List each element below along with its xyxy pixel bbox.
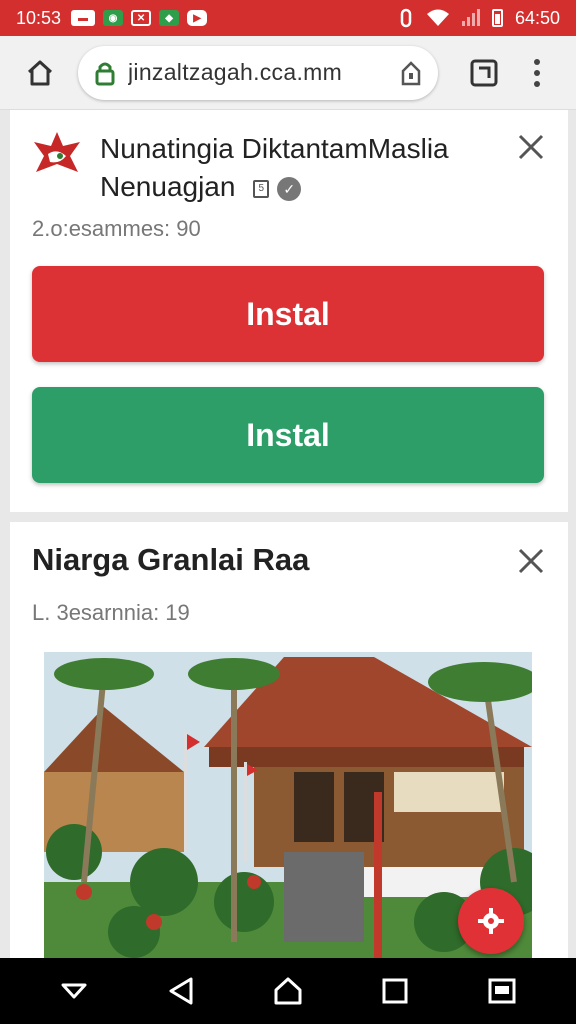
tabs-icon xyxy=(470,59,498,86)
keyboard-icon xyxy=(488,978,516,1004)
lock-icon xyxy=(95,62,115,85)
home-icon xyxy=(27,60,53,85)
battery-icon xyxy=(491,9,503,27)
wifi-icon xyxy=(426,9,449,26)
nav-back-button[interactable] xyxy=(159,969,203,1013)
x-app-icon: ✕ xyxy=(131,10,152,26)
verified-icon: ✓ xyxy=(277,176,302,201)
save-page-icon[interactable] xyxy=(400,60,422,86)
nav-home-button[interactable] xyxy=(266,969,310,1013)
status-clock-right: 64:50 xyxy=(514,7,560,28)
home-button[interactable] xyxy=(14,47,66,99)
alarm-icon xyxy=(400,8,412,28)
home-icon xyxy=(274,977,302,1005)
gear-icon xyxy=(478,908,504,934)
app-meta: 2.o:esammes: 90 xyxy=(32,216,201,241)
url-bar[interactable]: jinzaltzagah.cca.mm xyxy=(78,45,438,100)
age-rating-icon: 5 xyxy=(253,179,270,198)
url-text: jinzaltzagah.cca.mm xyxy=(128,59,343,85)
nav-hide-button[interactable] xyxy=(52,969,96,1013)
status-time: 10:53 xyxy=(16,7,62,28)
signal-icon xyxy=(461,9,480,26)
page-content: Nunatingia DiktantamMaslia Nenuagjan 5 ✓… xyxy=(0,110,576,958)
article-title: Niarga Granlai Raa xyxy=(32,542,310,577)
youtube-icon: ▶ xyxy=(187,10,208,26)
install-button-green[interactable]: Instal xyxy=(32,387,544,483)
green-app-icon: ◉ xyxy=(103,10,124,26)
close-icon[interactable] xyxy=(516,546,546,576)
chevron-down-icon xyxy=(61,983,87,999)
install-button-red[interactable]: Instal xyxy=(32,266,544,362)
overflow-menu-button[interactable] xyxy=(522,53,552,93)
news-icon: ▬ xyxy=(71,10,96,26)
close-icon[interactable] xyxy=(516,132,546,162)
back-icon xyxy=(169,977,193,1005)
tab-switcher-button[interactable] xyxy=(464,53,504,93)
browser-toolbar: jinzaltzagah.cca.mm xyxy=(0,36,576,110)
recents-icon xyxy=(382,978,408,1004)
status-right: 64:50 xyxy=(398,8,560,29)
nav-keyboard-button[interactable] xyxy=(480,969,524,1013)
floating-action-button[interactable] xyxy=(458,888,524,954)
app-install-card: Nunatingia DiktantamMaslia Nenuagjan 5 ✓… xyxy=(10,110,568,512)
app-title: Nunatingia DiktantamMaslia Nenuagjan 5 ✓ xyxy=(100,130,490,206)
status-bar: 10:53 ▬ ◉ ✕ ◆ ▶ 64:50 xyxy=(0,0,576,36)
notification-icons: ▬ ◉ ✕ ◆ ▶ xyxy=(71,10,208,26)
android-icon: ◆ xyxy=(159,10,180,26)
app-logo-icon xyxy=(30,128,84,182)
nav-recents-button[interactable] xyxy=(373,969,417,1013)
article-meta: L. 3esarnnia: 19 xyxy=(32,600,190,625)
system-nav-bar xyxy=(0,958,576,1024)
